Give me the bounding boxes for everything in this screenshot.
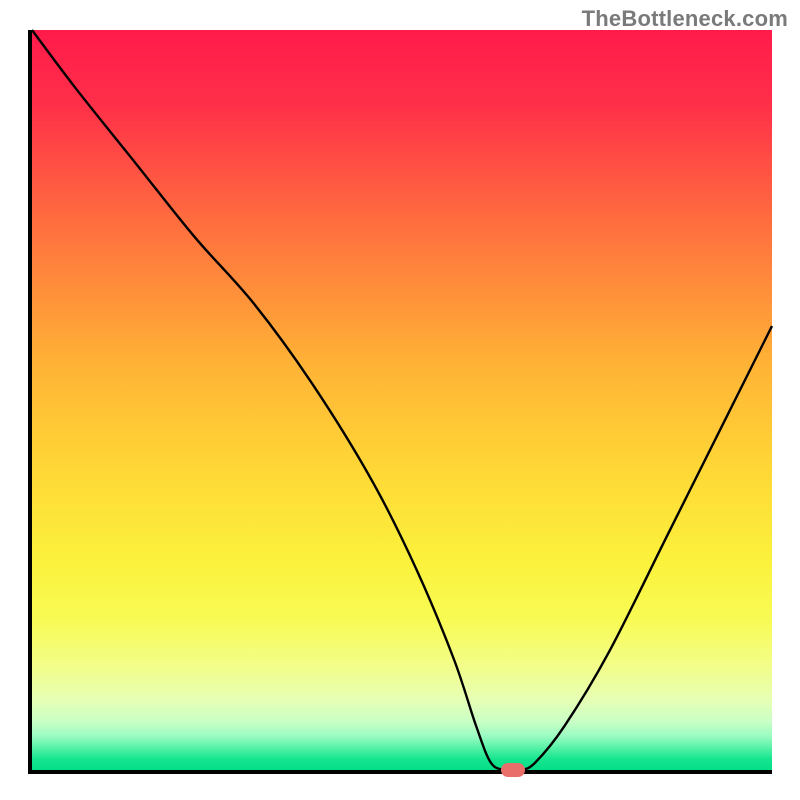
attribution-text: TheBottleneck.com [582,6,788,32]
optimal-point-marker [501,763,525,777]
bottleneck-curve [32,30,772,770]
chart-container: TheBottleneck.com [0,0,800,800]
plot-area [28,30,772,774]
